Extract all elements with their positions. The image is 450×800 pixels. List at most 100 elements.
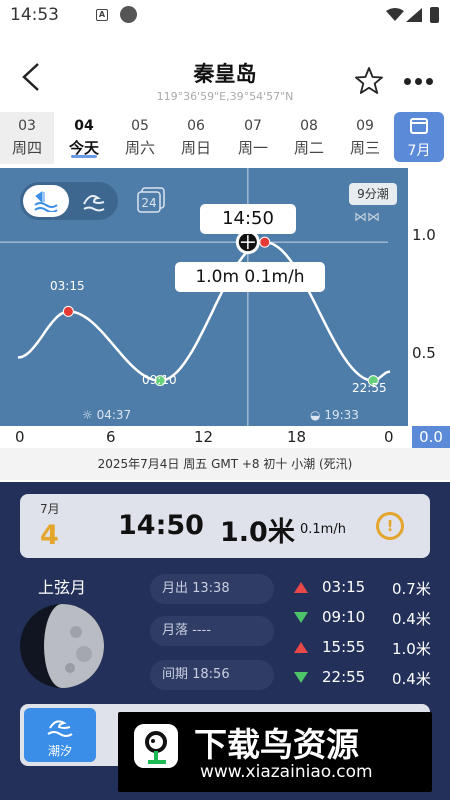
high-tide-point bbox=[62, 305, 74, 317]
watermark-title: 下载鸟资源 bbox=[194, 725, 359, 764]
high-tide-point bbox=[259, 236, 271, 248]
date-weekday: 周二 bbox=[293, 139, 324, 157]
date-weekday: 周三 bbox=[349, 139, 380, 157]
y-tick-label-zero: 0.0 bbox=[412, 426, 450, 448]
high-tide-arrow-icon bbox=[294, 582, 308, 593]
date-weekday: 周六 bbox=[124, 139, 155, 157]
date-weekday: 周日 bbox=[180, 139, 211, 157]
month-calendar-button[interactable]: 7月 bbox=[394, 112, 444, 162]
date-tab-09[interactable]: 09 周三 bbox=[338, 112, 392, 164]
tide-type-badge[interactable]: 9分潮 bbox=[349, 183, 397, 205]
x-tick-label: 6 bbox=[106, 428, 116, 446]
date-tab-08[interactable]: 08 周二 bbox=[282, 112, 336, 164]
x-tick-label: 18 bbox=[287, 428, 307, 446]
sunset-icon: ◒ bbox=[310, 408, 321, 422]
moon-phase-icon bbox=[20, 604, 104, 688]
date-num: 07 bbox=[244, 118, 262, 134]
card-day: 4 bbox=[40, 520, 59, 551]
moonrise-pill: 月出 13:38 bbox=[150, 574, 274, 604]
sunrise: ☼ 04:37 bbox=[82, 408, 131, 422]
status-bar: 14:53 A bbox=[0, 0, 450, 32]
sunset-time: 19:33 bbox=[324, 408, 359, 422]
tide-time: 22:55 bbox=[322, 668, 366, 686]
moon-phase-name: 上弦月 bbox=[38, 578, 87, 597]
calendar-icon bbox=[410, 118, 428, 134]
card-time: 14:50 bbox=[118, 510, 204, 541]
sunrise-time: 04:37 bbox=[96, 408, 132, 422]
x-tick-label: 12 bbox=[194, 428, 214, 446]
tide-height: 1.0米 bbox=[392, 640, 431, 658]
sunset: ◒ 19:33 bbox=[310, 408, 359, 422]
date-tab-05[interactable]: 05 周六 bbox=[113, 112, 167, 164]
current-tide-card: 7月 4 14:50 1.0米 0.1m/h ! bbox=[20, 494, 430, 558]
chart-date-line: 2025年7月4日 周五 GMT +8 初十 小潮 (死汛) bbox=[0, 448, 450, 480]
selected-date-indicator bbox=[71, 155, 97, 158]
date-num: 09 bbox=[356, 118, 374, 134]
high-tide-arrow-icon bbox=[294, 642, 308, 653]
tide-time: 03:15 bbox=[322, 578, 366, 596]
date-num: 05 bbox=[131, 118, 149, 134]
battery-icon bbox=[430, 7, 439, 23]
signal-icon bbox=[406, 8, 422, 22]
extreme-label-high: 03:15 bbox=[50, 279, 85, 293]
moonset-pill: 月落 ---- bbox=[150, 616, 274, 646]
cursor-value-bubble: 1.0m 0.1m/h bbox=[175, 262, 325, 292]
card-rate: 0.1m/h bbox=[300, 522, 346, 537]
view-toggle[interactable] bbox=[20, 182, 118, 220]
date-num: 03 bbox=[18, 118, 36, 134]
notification-dot-icon bbox=[120, 6, 137, 23]
watermark-url: www.xiazainiao.com bbox=[200, 762, 373, 782]
date-num: 06 bbox=[187, 118, 205, 134]
x-tick-label: 0 bbox=[15, 428, 25, 446]
date-tab-06[interactable]: 06 周日 bbox=[169, 112, 223, 164]
fish-activity-icon: ⋈⋈ bbox=[354, 210, 380, 225]
more-options-icon[interactable] bbox=[404, 78, 434, 86]
tide-height: 0.4米 bbox=[392, 610, 431, 628]
date-weekday: 周四 bbox=[11, 139, 42, 157]
date-weekday: 周一 bbox=[237, 139, 268, 157]
warning-icon[interactable]: ! bbox=[376, 512, 404, 540]
tide-tab-icon bbox=[47, 720, 73, 737]
date-tab-04[interactable]: 04 今天 bbox=[57, 112, 111, 164]
app-header: 秦皇岛 119°36'59"E,39°54'57"N bbox=[0, 32, 450, 110]
card-month: 7月 bbox=[40, 502, 60, 516]
card-height: 1.0米 bbox=[220, 517, 295, 548]
tide-time: 09:10 bbox=[322, 608, 366, 626]
tide-height: 0.4米 bbox=[392, 670, 431, 688]
month-label: 7月 bbox=[407, 143, 431, 159]
date-tab-07[interactable]: 07 周一 bbox=[226, 112, 280, 164]
y-tick-label: 0.5 bbox=[412, 344, 436, 362]
tide-list-item: 15:55 1.0米 bbox=[294, 638, 444, 658]
date-num: 04 bbox=[74, 118, 94, 134]
tab-tide-label: 潮汐 bbox=[47, 744, 72, 758]
x-axis: 0 6 12 18 0 bbox=[0, 426, 408, 448]
period-pill: 间期 18:56 bbox=[150, 660, 274, 690]
low-tide-arrow-icon bbox=[294, 612, 308, 623]
extreme-label-low: 22:55 bbox=[352, 381, 387, 395]
date-strip: 03 周四 04 今天 05 周六 06 周日 07 周一 08 周二 09 周… bbox=[0, 112, 450, 166]
tide-height: 0.7米 bbox=[392, 580, 431, 598]
date-num: 08 bbox=[300, 118, 318, 134]
extreme-label-low: 09:10 bbox=[142, 373, 177, 387]
tide-time: 15:55 bbox=[322, 638, 366, 656]
sunrise-icon: ☼ bbox=[82, 408, 93, 422]
tide-list-item: 22:55 0.4米 bbox=[294, 668, 444, 688]
tide-chart-panel: 24 9分潮 ⋈⋈ 14:50 1.0m 0.1m/h 03:15 09:10 … bbox=[0, 168, 450, 480]
wave-view-icon[interactable] bbox=[82, 190, 106, 212]
wifi-icon bbox=[386, 8, 404, 21]
cursor-time-bubble: 14:50 bbox=[200, 204, 296, 234]
24-hour-icon[interactable]: 24 bbox=[136, 187, 166, 213]
day-box-label: 24 bbox=[141, 196, 156, 210]
x-tick-label: 0 bbox=[384, 428, 394, 446]
low-tide-arrow-icon bbox=[294, 672, 308, 683]
status-time: 14:53 bbox=[10, 5, 59, 25]
date-tab-03[interactable]: 03 周四 bbox=[0, 112, 54, 164]
bird-logo-icon bbox=[134, 724, 178, 768]
tide-list-item: 09:10 0.4米 bbox=[294, 608, 444, 628]
tab-tide[interactable]: 潮汐 bbox=[24, 708, 96, 762]
tide-chart-view-icon[interactable] bbox=[34, 190, 58, 212]
y-tick-label: 1.0 bbox=[412, 226, 436, 244]
watermark-banner: 下载鸟资源 www.xiazainiao.com bbox=[118, 712, 432, 792]
favorite-star-icon[interactable] bbox=[354, 66, 384, 96]
tide-list-item: 03:15 0.7米 bbox=[294, 578, 444, 598]
